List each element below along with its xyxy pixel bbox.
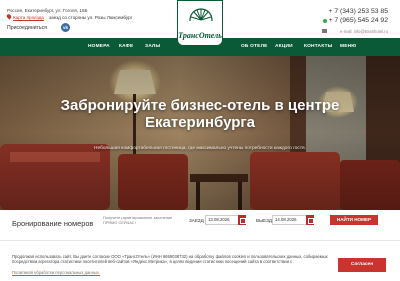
phone-1[interactable]: + 7 (343) 253 53 85 xyxy=(328,8,388,15)
hero-subtitle: Небольшая комфортабельная гостиница, где… xyxy=(94,146,306,151)
hero-photo xyxy=(0,56,400,210)
map-pin-icon xyxy=(5,13,13,20)
phone-2[interactable]: + 7 (965) 545 24 92 xyxy=(328,17,388,24)
booking-note: Получите гарантированное заселение ПРЯМО… xyxy=(103,215,173,225)
checkout-label: ВЫЕЗД xyxy=(256,218,272,223)
nav-item-about[interactable]: ОБ ОТЕЛЕ xyxy=(241,44,268,49)
map-link[interactable]: Карта проезда xyxy=(13,15,44,20)
hero-title-line-2: Екатеринбурга xyxy=(145,114,255,131)
top-bar: Россия, Екатеринбург, ул. Гоголя, 15Б Ка… xyxy=(0,0,400,46)
nav-item-promo[interactable]: АКЦИИ xyxy=(275,44,293,49)
cookie-text: Продолжая использовать сайт, Вы даете со… xyxy=(12,254,328,265)
page: Россия, Екатеринбург, ул. Гоголя, 15Б Ка… xyxy=(0,0,400,281)
hero-title: Забронируйте бизнес-отель в центре Екате… xyxy=(0,97,400,131)
privacy-policy-link[interactable]: Политикой обработки персональных данных. xyxy=(12,270,100,275)
checkout-calendar-icon[interactable] xyxy=(306,215,314,225)
vk-icon[interactable]: vk xyxy=(61,23,70,32)
nav-item-rooms[interactable]: НОМЕРА xyxy=(88,44,110,49)
cookie-banner: Продолжая использовать сайт, Вы даете со… xyxy=(0,240,400,281)
nav-item-menu[interactable]: МЕНЮ xyxy=(340,44,356,49)
logo-text: ТрансОтель xyxy=(178,31,222,40)
nav-item-contacts[interactable]: КОНТАКТЫ xyxy=(304,44,333,49)
hero-title-line-1: Забронируйте бизнес-отель в центре xyxy=(60,97,340,114)
checkin-calendar-icon[interactable] xyxy=(238,215,246,225)
booking-title: Бронирование номеров xyxy=(12,219,94,228)
address-text: Россия, Екатеринбург, ул. Гоголя, 15Б xyxy=(7,8,88,13)
nav-item-halls[interactable]: ЗАЛЫ xyxy=(145,44,160,49)
mail-icon xyxy=(322,29,327,33)
checkin-label: ЗАЕЗД xyxy=(189,218,204,223)
agree-button[interactable]: Согласен xyxy=(338,258,386,272)
find-room-button[interactable]: НАЙТИ НОМЕР xyxy=(330,215,378,225)
hero-banner: Забронируйте бизнес-отель в центре Екате… xyxy=(0,56,400,210)
join-label: Присоединиться xyxy=(7,25,47,31)
booking-bar: Бронирование номеров Получите гарантиров… xyxy=(0,210,400,240)
arrival-info: заезд со стороны ул. Розы Люксембург xyxy=(49,15,133,20)
email-link[interactable]: e-mail: info@transhotel.ru xyxy=(340,29,388,34)
whatsapp-icon xyxy=(323,19,327,23)
nav-item-cafe[interactable]: КАФЕ xyxy=(119,44,133,49)
logo[interactable]: ТрансОтель xyxy=(177,0,223,46)
logo-mark-icon xyxy=(189,8,213,28)
